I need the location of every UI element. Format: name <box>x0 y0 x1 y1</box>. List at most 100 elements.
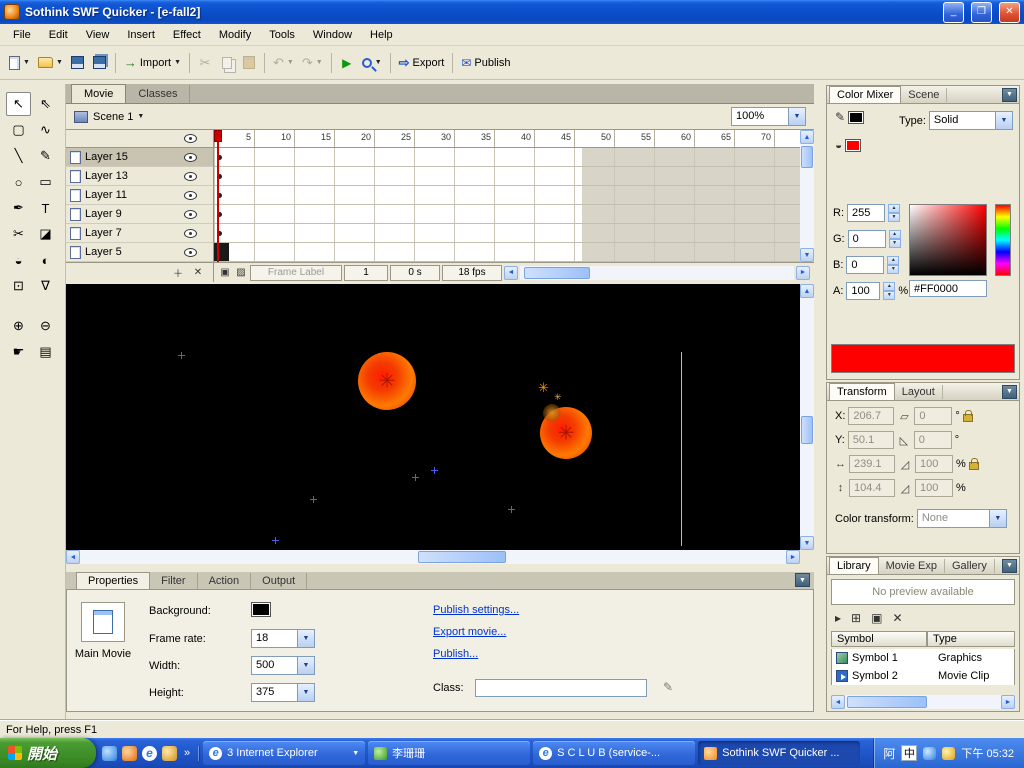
import-button[interactable]: → Import ▼ <box>120 51 185 75</box>
lock-icon[interactable] <box>968 458 979 470</box>
rotate-y-field[interactable]: 0 <box>913 431 952 449</box>
star-marker[interactable] <box>178 352 185 359</box>
publish-link[interactable]: Publish... <box>433 648 478 660</box>
menu-help[interactable]: Help <box>361 26 402 44</box>
scrollbar-thumb[interactable] <box>847 696 927 708</box>
task-sothink-swf-quicker[interactable]: Sothink SWF Quicker ... <box>698 741 861 765</box>
library-horizontal-scrollbar[interactable]: ◄ ► <box>831 695 1015 709</box>
open-dropdown-arrow-icon[interactable]: ▼ <box>56 59 63 66</box>
knife-tool-button[interactable]: ✂ <box>6 222 31 246</box>
save-all-button[interactable] <box>89 51 111 75</box>
scroll-up-arrow-icon[interactable]: ▲ <box>800 130 814 144</box>
layer-visibility-icon[interactable] <box>184 190 197 200</box>
expand-arrow-icon[interactable]: ▸ <box>835 611 841 625</box>
x-value-field[interactable]: 206.7 <box>848 407 895 425</box>
eyedropper-tool-button[interactable]: ∇ <box>33 274 58 298</box>
blue-spinner[interactable]: ▲ ▼ <box>887 256 900 274</box>
width-value-field[interactable]: 239.1 <box>849 455 895 473</box>
star-marker[interactable] <box>310 496 317 503</box>
combo-arrow-icon[interactable]: ▼ <box>989 509 1007 528</box>
maximize-button[interactable]: ❐ <box>971 1 992 23</box>
free-transform-tool-button[interactable]: ⊡ <box>6 274 31 298</box>
task-messenger[interactable]: 李珊珊 <box>368 741 531 765</box>
color-transform-combo[interactable]: None ▼ <box>916 509 1007 528</box>
glow-object[interactable] <box>543 404 561 422</box>
green-value-field[interactable]: 0 <box>847 230 886 248</box>
frame-label-box[interactable]: Frame Label <box>250 264 342 281</box>
tab-classes[interactable]: Classes <box>126 85 191 103</box>
publish-button[interactable]: ✉ Publish <box>457 51 514 75</box>
scrollbar-thumb[interactable] <box>418 551 506 563</box>
scene-dropdown-arrow-icon[interactable]: ▼ <box>137 113 144 120</box>
menu-view[interactable]: View <box>77 26 119 44</box>
timeline-scroll-right-arrow-icon[interactable]: ► <box>796 265 810 280</box>
y-value-field[interactable]: 50.1 <box>847 431 894 449</box>
timeline-scrollbar-thumb[interactable] <box>524 266 590 279</box>
task-internet-explorer-group[interactable]: e 3 Internet Explorer ▼ <box>203 741 366 765</box>
star-marker[interactable] <box>412 474 419 481</box>
library-item-row[interactable]: Symbol 1 Graphics <box>831 649 1015 667</box>
panel-menu-button[interactable]: ▼ <box>1002 87 1017 102</box>
tab-gallery[interactable]: Gallery <box>945 558 995 573</box>
star-marker[interactable] <box>431 467 438 474</box>
saturation-value-picker[interactable] <box>909 204 987 276</box>
background-color-swatch[interactable] <box>251 602 271 617</box>
visibility-column-eye-icon[interactable] <box>184 134 197 143</box>
menu-modify[interactable]: Modify <box>210 26 260 44</box>
quicklaunch-messenger-icon[interactable] <box>102 745 117 761</box>
lock-icon[interactable] <box>962 410 973 422</box>
scroll-left-arrow-icon[interactable]: ◄ <box>831 695 845 709</box>
layer-visibility-icon[interactable] <box>184 247 197 257</box>
paste-button[interactable] <box>238 51 260 75</box>
cut-button[interactable]: ✂ <box>194 51 216 75</box>
taskbar-clock[interactable]: 下午 05:32 <box>961 745 1014 761</box>
combo-arrow-icon[interactable]: ▼ <box>298 683 315 702</box>
layer-visibility-icon[interactable] <box>184 209 197 219</box>
zoom-value[interactable]: 100% <box>731 107 789 126</box>
panel-menu-button[interactable]: ▼ <box>1002 558 1017 573</box>
timeline-vertical-scrollbar[interactable]: ▲ ▼ <box>800 130 814 262</box>
scale-y-field[interactable]: 100 <box>915 479 953 497</box>
rotate-x-field[interactable]: 0 <box>914 407 953 425</box>
paint-bucket-tool-button[interactable]: ◒ <box>6 248 31 272</box>
task-group-arrow-icon[interactable]: ▼ <box>352 750 359 757</box>
alpha-value-field[interactable]: 100 <box>846 282 881 300</box>
start-button[interactable]: 開始 <box>0 738 96 768</box>
layer-row-7[interactable]: Layer 7 <box>66 224 213 243</box>
stroke-pencil-icon[interactable]: ✎ <box>835 110 845 124</box>
tab-color-mixer[interactable]: Color Mixer <box>829 86 902 103</box>
symbol-column-header[interactable]: Symbol <box>831 631 927 647</box>
menu-tools[interactable]: Tools <box>260 26 304 44</box>
undo-dropdown-arrow-icon[interactable]: ▼ <box>287 59 294 66</box>
spark-icon[interactable]: ✳ <box>554 392 562 403</box>
spark-icon[interactable]: ✳ <box>538 380 549 396</box>
tab-library[interactable]: Library <box>829 557 879 574</box>
tab-movie[interactable]: Movie <box>71 84 127 103</box>
layer-row-5[interactable]: Layer 5 <box>66 243 213 262</box>
scroll-left-arrow-icon[interactable]: ◄ <box>66 550 80 564</box>
redo-button[interactable]: ↷ ▼ <box>298 51 327 75</box>
hex-color-field[interactable]: #FF0000 <box>909 280 987 297</box>
tab-scene[interactable]: Scene <box>901 87 948 102</box>
menu-edit[interactable]: Edit <box>40 26 77 44</box>
zoom-out-tool-button[interactable]: ⊖ <box>33 314 58 338</box>
combo-arrow-icon[interactable]: ▼ <box>298 656 315 675</box>
quicklaunch-ie-icon[interactable]: e <box>142 745 157 761</box>
frame-rate-combo[interactable]: 18 ▼ <box>251 629 315 648</box>
blue-value-field[interactable]: 0 <box>846 256 885 274</box>
panel-menu-button[interactable]: ▼ <box>1002 384 1017 399</box>
quicklaunch-overflow-chevron-icon[interactable]: » <box>182 747 192 759</box>
open-button[interactable]: ▼ <box>34 51 67 75</box>
layer-row-11[interactable]: Layer 11 <box>66 186 213 205</box>
onion-skin-button[interactable]: ▨ <box>234 266 248 280</box>
layer-row-9[interactable]: Layer 9 <box>66 205 213 224</box>
tab-output[interactable]: Output <box>251 573 308 589</box>
scrollbar-thumb[interactable] <box>801 416 813 444</box>
tab-movie-explorer[interactable]: Movie Exp <box>879 558 945 573</box>
task-sclub[interactable]: e S C L U B (service-... <box>533 741 696 765</box>
pencil-tool-button[interactable]: ✎ <box>33 144 58 168</box>
star-marker[interactable] <box>508 506 515 513</box>
panel-collapse-button[interactable]: ▼ <box>795 573 810 587</box>
marquee-tool-button[interactable]: ▢ <box>6 118 31 142</box>
play-button[interactable]: ▶ <box>336 51 358 75</box>
